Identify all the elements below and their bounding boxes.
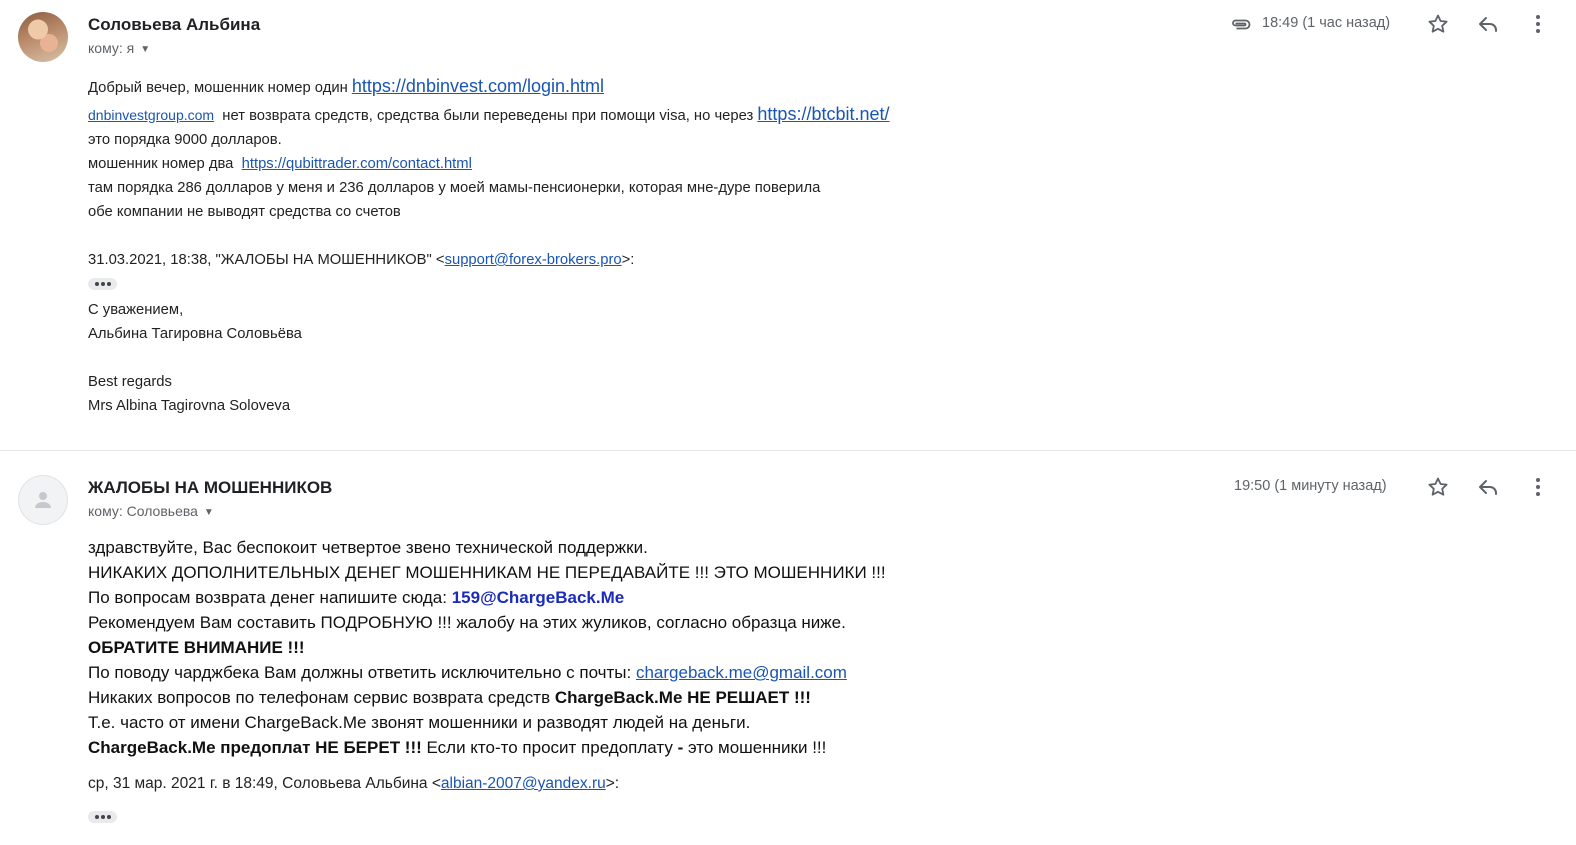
signature: С уважением, Альбина Тагировна Соловьёва… — [88, 298, 302, 418]
link-dnbinvestgroup[interactable]: dnbinvestgroup.com — [88, 107, 214, 123]
body-line: Добрый вечер, мошенник номер один https:… — [88, 74, 890, 100]
quote-header: 31.03.2021, 18:38, "ЖАЛОБЫ НА МОШЕННИКОВ… — [88, 248, 890, 272]
body-text: Добрый вечер, мошенник номер один — [88, 80, 352, 96]
body-line: там порядка 286 долларов у меня и 236 до… — [88, 180, 821, 196]
body-line: это порядка 9000 долларов. — [88, 132, 282, 148]
body-text: По поводу чарджбека Вам должны ответить … — [88, 663, 636, 682]
body-bold: ChargeBack.Me предоплат НЕ БЕРЕТ !!! — [88, 738, 422, 757]
quote-header: ср, 31 мар. 2021 г. в 18:49, Соловьева А… — [88, 772, 619, 796]
sender-avatar[interactable] — [18, 12, 68, 62]
body-text: это мошенники !!! — [683, 738, 827, 757]
body-line: мошенник номер два https://qubittrader.c… — [88, 152, 890, 176]
body-bold: ChargeBack.Me НЕ РЕШАЕТ !!! — [554, 688, 811, 707]
body-line: обе компании не выводят средства со счет… — [88, 204, 401, 220]
quote-text: 31.03.2021, 18:38, "ЖАЛОБЫ НА МОШЕННИКОВ… — [88, 252, 445, 268]
sender-name[interactable]: Соловьева Альбина — [88, 15, 260, 35]
body-text: нет возврата средств, средства были пере… — [214, 108, 758, 124]
body-line: здравствуйте, Вас беспокоит четвертое зв… — [88, 538, 648, 557]
link-qubittrader[interactable]: https://qubittrader.com/contact.html — [242, 156, 472, 172]
quote-end: >: — [605, 775, 620, 792]
link-yandex-email[interactable]: albian-2007@yandex.ru — [441, 775, 606, 792]
body-text: Никаких вопросов по телефонам сервис воз… — [88, 688, 555, 707]
body-line: По поводу чарджбека Вам должны ответить … — [88, 660, 886, 685]
person-icon — [35, 492, 51, 508]
link-btcbit[interactable]: https://btcbit.net/ — [757, 104, 889, 124]
body-line: НИКАКИХ ДОПОЛНИТЕЛЬНЫХ ДЕНЕГ МОШЕННИКАМ … — [88, 563, 886, 582]
chargeback-email: 159@ChargeBack.Me — [451, 588, 625, 607]
message-body: здравствуйте, Вас беспокоит четвертое зв… — [88, 535, 886, 760]
message-1: Соловьева Альбина кому: я ▼ 18:49 (1 час … — [0, 0, 1576, 451]
message-time: 19:50 (1 минуту назад) — [1234, 478, 1387, 494]
body-text: мошенник номер два — [88, 156, 242, 172]
body-text: По вопросам возврата денег напишите сюда… — [88, 588, 452, 607]
reply-icon[interactable] — [1476, 475, 1500, 499]
body-text: Если кто-то просит предоплату — [421, 738, 678, 757]
signature-line: Альбина Тагировна Соловьёва — [88, 326, 302, 342]
chevron-down-icon[interactable]: ▼ — [140, 44, 150, 55]
body-line: По вопросам возврата денег напишите сюда… — [88, 585, 886, 610]
chevron-down-icon[interactable]: ▼ — [204, 507, 214, 518]
sender-avatar[interactable] — [18, 475, 68, 525]
sender-name[interactable]: ЖАЛОБЫ НА МОШЕННИКОВ — [88, 478, 332, 498]
attachment-icon — [1229, 12, 1253, 36]
show-trimmed-button[interactable] — [88, 278, 117, 290]
link-dnbinvest[interactable]: https://dnbinvest.com/login.html — [352, 76, 604, 96]
star-icon[interactable] — [1426, 12, 1450, 36]
message-2: ЖАЛОБЫ НА МОШЕННИКОВ кому: Соловьева ▼ 19… — [0, 451, 1576, 845]
more-icon[interactable] — [1526, 12, 1550, 36]
body-line: Т.е. часто от имени ChargeBack.Me звонят… — [88, 713, 751, 732]
link-chargeback-gmail[interactable]: chargeback.me@gmail.com — [636, 663, 847, 682]
show-trimmed-button[interactable] — [88, 811, 117, 823]
message-time: 18:49 (1 час назад) — [1262, 15, 1391, 31]
reply-icon[interactable] — [1476, 12, 1500, 36]
body-line: ChargeBack.Me предоплат НЕ БЕРЕТ !!! Есл… — [88, 735, 886, 760]
body-line: Рекомендуем Вам составить ПОДРОБНУЮ !!! … — [88, 613, 846, 632]
recipient-label: кому: Соловьева — [88, 503, 198, 519]
link-support-email[interactable]: support@forex-brokers.pro — [445, 252, 622, 268]
recipient-line[interactable]: кому: Соловьева ▼ — [88, 503, 214, 519]
more-icon[interactable] — [1526, 475, 1550, 499]
message-body: Добрый вечер, мошенник номер один https:… — [88, 74, 890, 272]
star-icon[interactable] — [1426, 475, 1450, 499]
recipient-label: кому: я — [88, 40, 135, 56]
quote-end: >: — [621, 252, 635, 268]
recipient-line[interactable]: кому: я ▼ — [88, 40, 150, 56]
body-line: Никаких вопросов по телефонам сервис воз… — [88, 685, 886, 710]
signature-line: Mrs Albina Tagirovna Soloveva — [88, 398, 291, 414]
quote-text: ср, 31 мар. 2021 г. в 18:49, Соловьева А… — [88, 775, 441, 792]
signature-line: С уважением, — [88, 302, 184, 318]
body-line: ОБРАТИТЕ ВНИМАНИЕ !!! — [88, 638, 305, 657]
body-line: dnbinvestgroup.com нет возврата средств,… — [88, 102, 890, 128]
signature-line: Best regards — [88, 374, 172, 390]
